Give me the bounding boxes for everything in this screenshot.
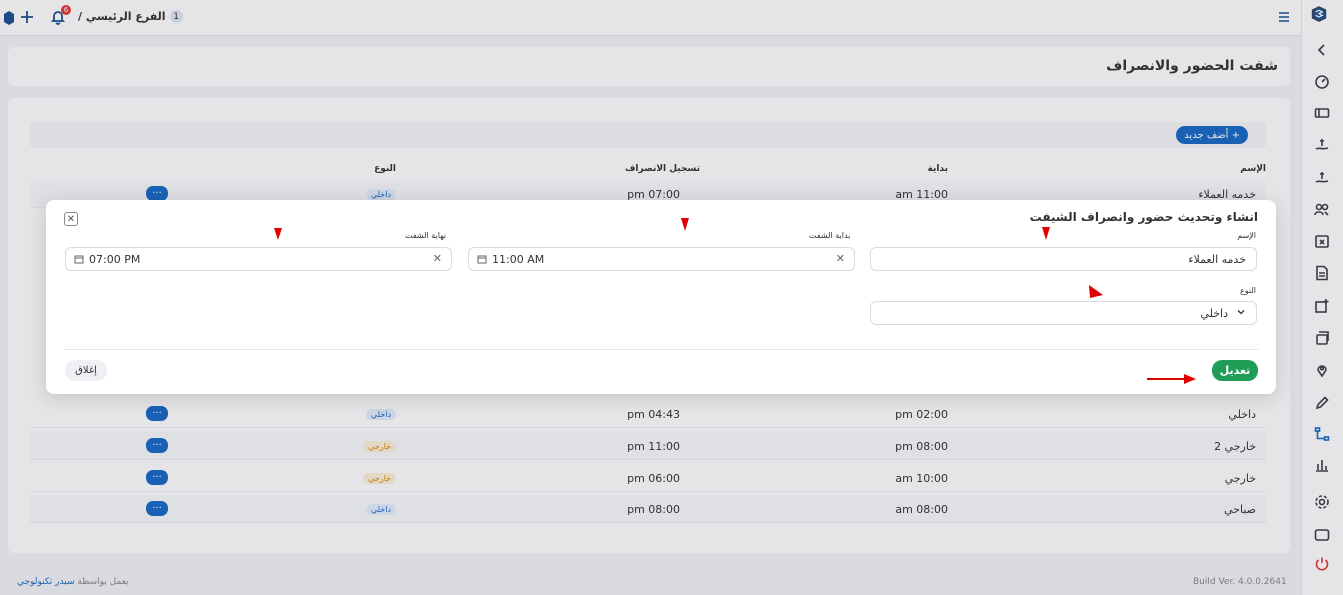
annotation-layer [274, 218, 1196, 384]
annotation-arrow-type [1089, 285, 1103, 298]
annotation-arrow-start [681, 218, 689, 231]
annotation-arrow-end [274, 228, 282, 240]
annotation-arrow-edit-head [1184, 374, 1196, 384]
annotation-arrow-name [1042, 227, 1050, 240]
